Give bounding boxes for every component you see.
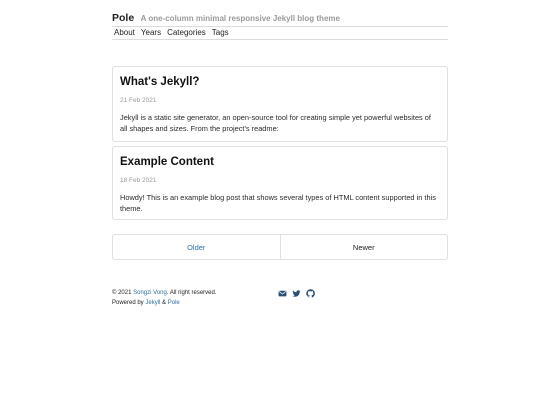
post-date: 21 Feb 2021 xyxy=(120,97,157,104)
social-links xyxy=(278,288,320,298)
nav-item-tags[interactable]: Tags xyxy=(212,27,229,39)
powered-by-line: Powered by Jekyll & Pole xyxy=(112,300,180,306)
pole-link[interactable]: Pole xyxy=(168,300,180,306)
post-excerpt: Howdy! This is an example blog post that… xyxy=(120,193,436,213)
post-card: What's Jekyll? 21 Feb 2021 Jekyll is a s… xyxy=(112,66,448,142)
site-footer: © 2021 Songzi Vong. All right reserved. … xyxy=(112,288,448,312)
twitter-icon[interactable] xyxy=(292,289,301,298)
powered-separator: & xyxy=(162,300,167,306)
site-header: Pole A one-column minimal responsive Jek… xyxy=(112,8,448,24)
powered-prefix: Powered by xyxy=(112,300,144,306)
main-nav: About Years Categories Tags xyxy=(112,26,448,40)
newer-posts-link[interactable]: Newer xyxy=(281,235,448,259)
copyright-line: © 2021 Songzi Vong. All right reserved. xyxy=(112,290,217,296)
older-posts-link[interactable]: Older xyxy=(113,235,281,259)
post-title-link[interactable]: Example Content xyxy=(120,156,214,168)
nav-item-categories[interactable]: Categories xyxy=(167,27,206,39)
post-card: Example Content 18 Feb 2021 Howdy! This … xyxy=(112,146,448,220)
copyright-suffix: . All right reserved. xyxy=(166,290,217,296)
site-description: A one-column minimal responsive Jekyll b… xyxy=(140,14,340,23)
github-icon[interactable] xyxy=(306,288,315,298)
nav-item-years[interactable]: Years xyxy=(141,27,161,39)
envelope-icon[interactable] xyxy=(278,289,287,298)
site-title[interactable]: Pole xyxy=(112,12,134,24)
jekyll-link[interactable]: Jekyll xyxy=(145,300,160,306)
post-date: 18 Feb 2021 xyxy=(120,177,157,184)
pagination: Older Newer xyxy=(112,234,448,260)
post-title-link[interactable]: What's Jekyll? xyxy=(120,76,199,88)
copyright-prefix: © 2021 xyxy=(112,290,132,296)
nav-item-about[interactable]: About xyxy=(114,27,135,39)
author-link[interactable]: Songzi Vong xyxy=(133,290,167,296)
post-excerpt: Jekyll is a static site generator, an op… xyxy=(120,113,431,133)
